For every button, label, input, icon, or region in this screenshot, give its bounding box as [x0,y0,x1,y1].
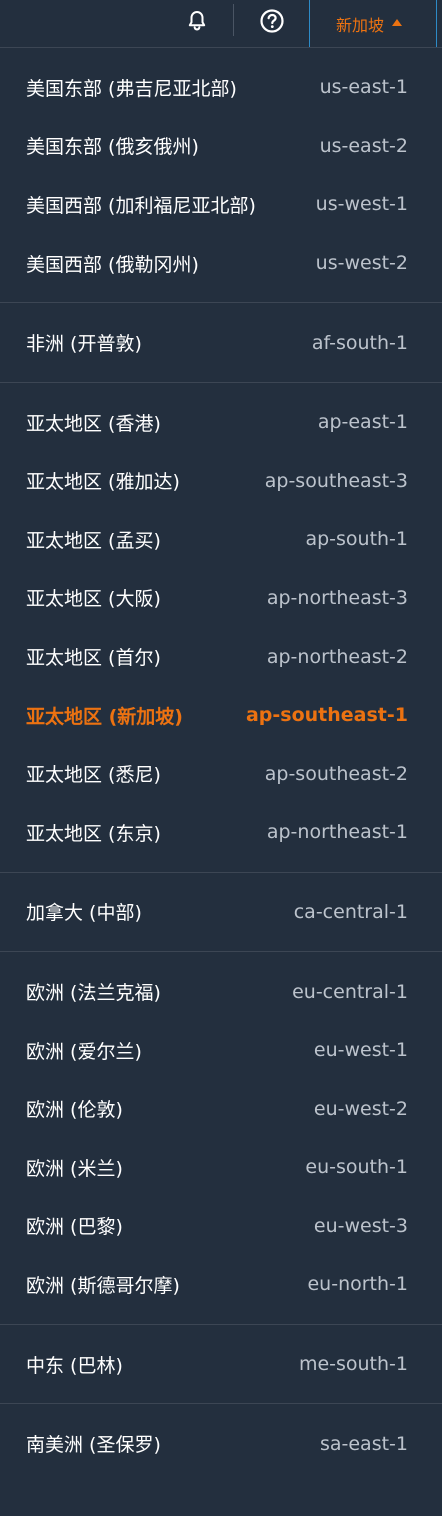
region-code: eu-west-2 [313,1097,408,1120]
region-name: 欧洲 (斯德哥尔摩) [26,1274,180,1297]
region-item-us-east-1[interactable]: 美国东部 (弗吉尼亚北部) us-east-1 [0,58,442,117]
region-name: 美国东部 (俄亥俄州) [26,136,199,159]
region-item-ap-east-1[interactable]: 亚太地区 (香港) ap-east-1 [0,393,442,452]
region-item-us-west-2[interactable]: 美国西部 (俄勒冈州) us-west-2 [0,234,442,293]
region-code: af-south-1 [311,331,408,354]
region-code: ap-southeast-1 [245,704,408,727]
help-icon[interactable] [256,6,288,36]
region-item-eu-west-1[interactable]: 欧洲 (爱尔兰) eu-west-1 [0,1021,442,1080]
toolbar-divider [233,4,234,36]
bell-icon-svg [188,11,206,31]
region-group: 美国东部 (弗吉尼亚北部) us-east-1 美国东部 (俄亥俄州) us-east… [0,48,442,304]
region-item-eu-south-1[interactable]: 欧洲 (米兰) eu-south-1 [0,1138,442,1197]
region-code: me-south-1 [298,1353,408,1376]
region-group: 中东 (巴林) me-south-1 [0,1325,442,1405]
region-item-ap-southeast-2[interactable]: 亚太地区 (悉尼) ap-southeast-2 [0,744,442,803]
region-item-eu-central-1[interactable]: 欧洲 (法兰克福) eu-central-1 [0,962,442,1021]
region-name: 欧洲 (法兰克福) [26,982,161,1005]
region-item-af-south-1[interactable]: 非洲 (开普敦) af-south-1 [0,313,442,372]
region-item-sa-east-1[interactable]: 南美洲 (圣保罗) sa-east-1 [0,1414,442,1473]
top-navigation-bar: 新加坡 [0,0,442,48]
region-name: 加拿大 (中部) [26,902,142,925]
region-name: 欧洲 (伦敦) [26,1099,123,1122]
region-item-ap-northeast-1[interactable]: 亚太地区 (东京) ap-northeast-1 [0,803,442,862]
region-code: us-east-2 [319,134,408,157]
region-item-eu-west-3[interactable]: 欧洲 (巴黎) eu-west-3 [0,1197,442,1256]
region-name: 南美洲 (圣保罗) [26,1434,161,1457]
region-name: 亚太地区 (东京) [26,822,161,845]
region-group: 南美洲 (圣保罗) sa-east-1 [0,1404,442,1483]
region-item-me-south-1[interactable]: 中东 (巴林) me-south-1 [0,1335,442,1394]
region-name: 美国东部 (弗吉尼亚北部) [26,77,237,100]
region-name: 亚太地区 (雅加达) [26,471,180,494]
region-group: 亚太地区 (香港) ap-east-1 亚太地区 (雅加达) ap-southeast… [0,383,442,873]
region-code: ca-central-1 [293,900,408,923]
region-item-ap-northeast-3[interactable]: 亚太地区 (大阪) ap-northeast-3 [0,569,442,628]
region-item-ca-central-1[interactable]: 加拿大 (中部) ca-central-1 [0,883,442,942]
region-name: 亚太地区 (新加坡) [26,705,183,728]
region-code: eu-central-1 [292,980,408,1003]
region-menu: 美国东部 (弗吉尼亚北部) us-east-1 美国东部 (俄亥俄州) us-east… [0,48,442,1483]
region-item-ap-southeast-1[interactable]: 亚太地区 (新加坡) ap-southeast-1 [0,686,442,745]
region-code: ap-northeast-2 [266,645,408,668]
region-item-eu-north-1[interactable]: 欧洲 (斯德哥尔摩) eu-north-1 [0,1255,442,1314]
region-group: 欧洲 (法兰克福) eu-central-1 欧洲 (爱尔兰) eu-west-1 欧洲… [0,952,442,1325]
region-item-ap-northeast-2[interactable]: 亚太地区 (首尔) ap-northeast-2 [0,627,442,686]
bell-icon[interactable] [181,6,213,36]
help-icon-svg [260,9,284,33]
region-code: ap-east-1 [317,411,408,434]
region-code: us-east-1 [319,76,408,99]
current-region-label: 新加坡 [336,15,385,35]
region-name: 亚太地区 (香港) [26,412,161,435]
region-name: 非洲 (开普敦) [26,333,142,356]
region-code: eu-north-1 [307,1273,408,1296]
region-name: 亚太地区 (孟买) [26,529,161,552]
region-item-ap-south-1[interactable]: 亚太地区 (孟买) ap-south-1 [0,510,442,569]
region-code: eu-south-1 [305,1156,408,1179]
region-name: 欧洲 (米兰) [26,1157,123,1180]
caret-up-icon [392,19,403,26]
region-code: ap-northeast-3 [266,586,408,609]
region-name: 欧洲 (巴黎) [26,1216,123,1239]
region-code: us-west-2 [315,252,408,275]
region-name: 欧洲 (爱尔兰) [26,1040,142,1063]
region-name: 亚太地区 (悉尼) [26,764,161,787]
region-item-us-west-1[interactable]: 美国西部 (加利福尼亚北部) us-west-1 [0,175,442,234]
region-name: 亚太地区 (大阪) [26,588,161,611]
region-item-eu-west-2[interactable]: 欧洲 (伦敦) eu-west-2 [0,1079,442,1138]
region-selector-button[interactable]: 新加坡 [309,0,437,47]
region-code: us-west-1 [315,193,408,216]
region-code: eu-west-3 [313,1214,408,1237]
region-code: ap-south-1 [305,528,408,551]
region-code: sa-east-1 [319,1432,408,1455]
region-item-us-east-2[interactable]: 美国东部 (俄亥俄州) us-east-2 [0,117,442,176]
region-name: 亚太地区 (首尔) [26,647,161,670]
region-name: 中东 (巴林) [26,1354,123,1377]
region-code: ap-northeast-1 [266,821,408,844]
region-item-ap-southeast-3[interactable]: 亚太地区 (雅加达) ap-southeast-3 [0,451,442,510]
region-name: 美国西部 (加利福尼亚北部) [26,194,256,217]
region-code: ap-southeast-3 [264,469,408,492]
region-code: ap-southeast-2 [264,762,408,785]
region-group: 非洲 (开普敦) af-south-1 [0,303,442,383]
region-name: 美国西部 (俄勒冈州) [26,253,199,276]
region-code: eu-west-1 [313,1039,408,1062]
region-group: 加拿大 (中部) ca-central-1 [0,873,442,953]
